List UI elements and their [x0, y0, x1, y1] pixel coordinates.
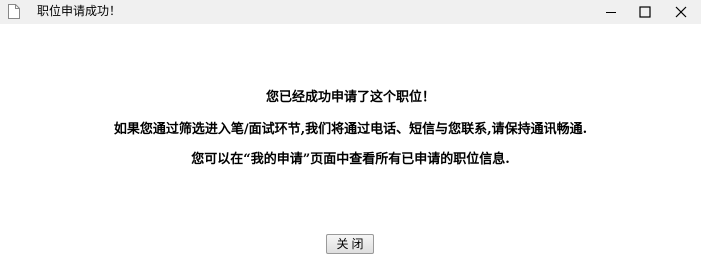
minimize-button[interactable]: [594, 0, 628, 24]
window-title: 职位申请成功！: [37, 4, 122, 18]
maximize-icon: [639, 6, 651, 18]
title-bar: 职位申请成功！: [0, 0, 701, 24]
close-window-button[interactable]: [664, 0, 698, 24]
minimize-icon: [605, 6, 617, 18]
dialog-content: 您已经成功申请了这个职位！ 如果您通过筛选进入笔/面试环节,我们将通过电话、短信…: [0, 24, 701, 269]
dialog-window: 职位申请成功！ 您已经成功申请了这个职位！ 如果您通过筛选进入笔/面试环节,我们…: [0, 0, 701, 269]
success-message: 您已经成功申请了这个职位！: [265, 90, 435, 105]
contact-notice: 如果您通过筛选进入笔/面试环节,我们将通过电话、短信与您联系,请保持通讯畅通.: [113, 122, 588, 137]
close-icon: [675, 6, 687, 18]
close-button[interactable]: 关闭: [326, 234, 374, 254]
document-icon: [8, 4, 20, 19]
view-applications-hint: 您可以在“我的申请”页面中查看所有已申请的职位信息.: [191, 152, 510, 167]
maximize-button[interactable]: [628, 0, 662, 24]
